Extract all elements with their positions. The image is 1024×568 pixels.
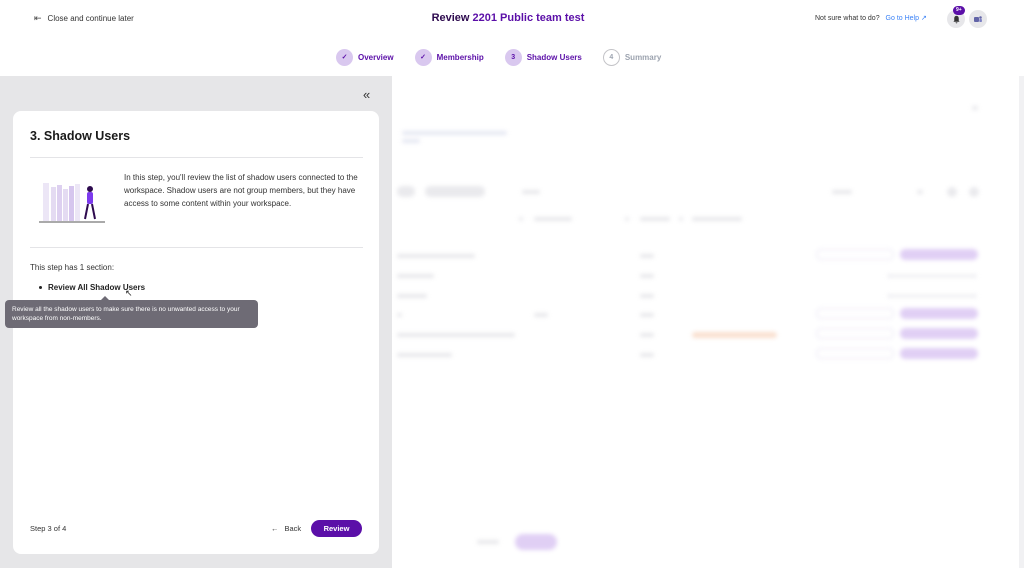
step-number: 4 [602, 48, 620, 66]
bg-mark [900, 249, 978, 260]
bg-mark [397, 186, 415, 197]
arrow-left-icon: ← [271, 524, 279, 533]
bullet [39, 286, 42, 289]
bg-mark [477, 540, 499, 544]
bg-mark [425, 186, 485, 197]
bg-mark [816, 328, 894, 339]
bg-mark [640, 333, 654, 337]
bg-mark [640, 294, 654, 298]
section-tooltip: Review all the shadow users to make sure… [5, 296, 258, 328]
bg-mark [515, 534, 557, 550]
bg-mark [625, 217, 629, 221]
teams-avatar-button[interactable] [969, 10, 987, 28]
bg-mark [947, 187, 957, 197]
title-name: 2201 Public team test [472, 12, 585, 24]
help-link-label: Go to Help [885, 15, 920, 22]
bg-mark [900, 348, 978, 359]
bg-mark [640, 274, 654, 278]
step-label: Shadow Users [526, 52, 582, 62]
step-label: Overview [358, 52, 394, 62]
bg-mark [679, 217, 683, 221]
bell-icon [952, 15, 960, 23]
bg-mark [900, 328, 978, 339]
bg-mark [519, 217, 523, 221]
bg-mark [534, 313, 548, 317]
back-button[interactable]: ← Back [271, 524, 301, 533]
bg-mark [832, 190, 852, 194]
title-prefix: Review [431, 12, 473, 24]
scrollbar-track[interactable] [1019, 76, 1024, 568]
bg-mark [887, 274, 977, 278]
bg-mark [816, 249, 894, 260]
bg-mark [692, 217, 742, 221]
bg-mark [640, 353, 654, 357]
step-description: In this step, you'll review the list of … [124, 173, 358, 208]
mouse-cursor-icon: ↖ [125, 288, 133, 298]
bg-mark [816, 308, 894, 319]
help-text: Not sure what to do? [815, 15, 880, 22]
bg-mark [402, 139, 420, 143]
progress-stepper: ✓ Overview ✓ Membership 3 Shadow Users 4… [336, 47, 682, 67]
double-chevron-left-icon[interactable]: « [363, 88, 370, 101]
bg-mark [972, 106, 978, 110]
help-area: Not sure what to do? Go to Help ↗ [815, 14, 927, 22]
bg-mark [969, 187, 979, 197]
external-link-icon: ↗ [920, 15, 927, 22]
card-title: 3. Shadow Users [30, 129, 131, 143]
step-label: Summary [624, 52, 662, 62]
bg-mark [692, 332, 777, 338]
bg-mark [402, 131, 507, 135]
bg-mark [397, 274, 434, 278]
bg-mark [397, 313, 402, 317]
bg-mark [397, 353, 452, 357]
teams-icon [974, 16, 982, 22]
bg-mark [534, 217, 572, 221]
bg-mark [816, 348, 894, 359]
shadow-user-illustration [39, 183, 105, 223]
step-summary[interactable]: 4 Summary [602, 48, 662, 66]
step-shadow-users[interactable]: 3 Shadow Users [504, 48, 582, 66]
blurred-background-table [392, 76, 1024, 568]
bg-mark [397, 254, 475, 258]
section-count: This step has 1 section: [30, 263, 115, 272]
step-label: Membership [436, 52, 484, 62]
notification-badge: 9+ [953, 6, 965, 15]
page-title: Review 2201 Public team test [0, 12, 944, 24]
check-icon: ✓ [414, 48, 432, 66]
bg-mark [640, 254, 654, 258]
review-button[interactable]: Review [311, 520, 362, 537]
bg-mark [887, 294, 977, 298]
bg-mark [397, 294, 427, 298]
step-counter: Step 3 of 4 [30, 524, 67, 533]
bg-mark [917, 190, 923, 194]
check-icon: ✓ [336, 48, 353, 66]
bg-mark [640, 217, 670, 221]
step-overview[interactable]: ✓ Overview [336, 48, 394, 66]
bg-mark [900, 308, 978, 319]
header: ⇤ Close and continue later Review 2201 P… [0, 0, 1024, 38]
bg-mark [640, 313, 654, 317]
bg-mark [522, 190, 540, 194]
divider [30, 157, 363, 158]
back-label: Back [284, 524, 302, 533]
go-to-help-link[interactable]: Go to Help ↗ [886, 15, 927, 22]
step-card: 3. Shadow Users In this step, you'll rev… [13, 111, 379, 554]
bg-mark [397, 333, 515, 337]
step-number: 3 [504, 48, 522, 66]
divider [30, 247, 363, 248]
step-membership[interactable]: ✓ Membership [414, 48, 484, 66]
